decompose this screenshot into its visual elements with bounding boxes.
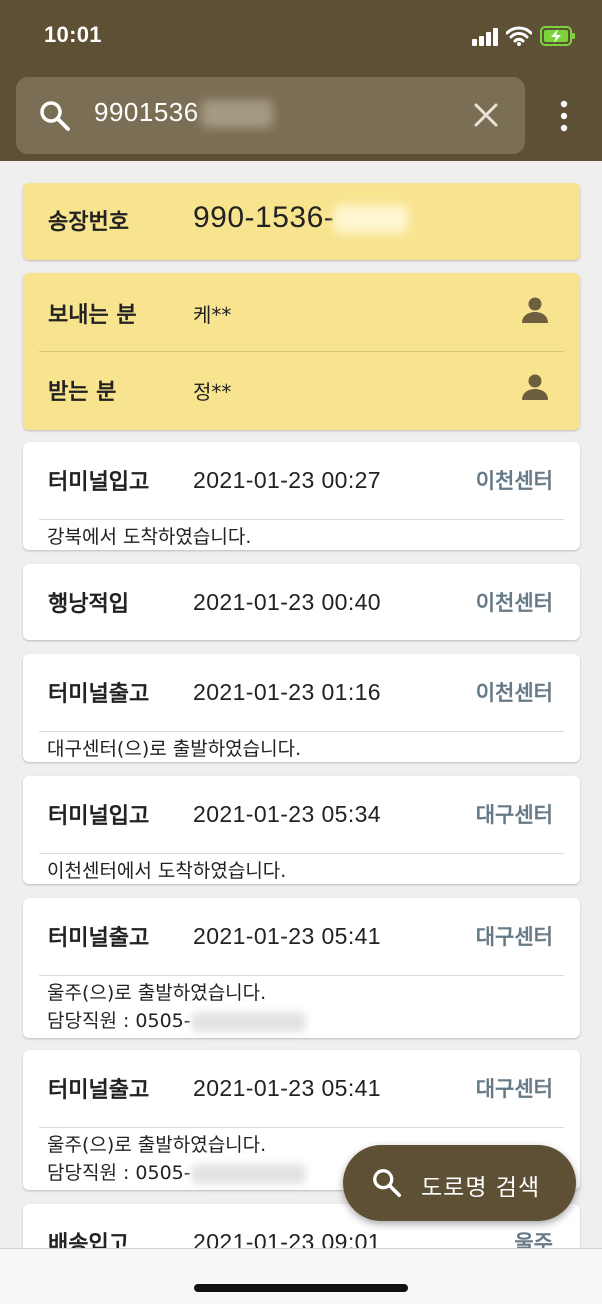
event-status: 터미널출고 (48, 682, 150, 707)
event-location: 대구센터 (475, 803, 553, 827)
event-time: 2021-01-23 05:41 (193, 923, 381, 949)
event-description-line: 이천센터에서 도착하였습니다. (47, 860, 287, 882)
event-location: 울주 (514, 1231, 553, 1248)
more-vert-icon[interactable] (552, 99, 576, 133)
search-icon (40, 101, 70, 131)
staff-contact-text: 담당직원 : 0505- (47, 1010, 191, 1032)
staff-contact-line: 담당직원 : 0505- (47, 1007, 306, 1035)
tracking-event-card: 터미널출고 2021-01-23 01:16 이천센터 대구센터(으)로 출발하… (23, 654, 580, 762)
tracking-content[interactable]: 송장번호 990-1536- 보내는 분 케** 받는 분 정** 터미널입고 … (0, 161, 602, 1248)
event-status: 배송입고 (48, 1232, 129, 1248)
redacted-phone-blur (190, 1011, 306, 1032)
sender-row: 보내는 분 케** (23, 273, 580, 349)
receiver-name: 정** (193, 380, 232, 404)
invoice-label: 송장번호 (48, 210, 129, 235)
search-query-text: 9901536 (94, 97, 199, 127)
tracking-event-card: 터미널입고 2021-01-23 00:27 이천센터 강북에서 도착하였습니다… (23, 442, 580, 550)
event-location: 이천센터 (475, 469, 553, 493)
home-indicator[interactable] (194, 1284, 408, 1292)
staff-contact-line: 담당직원 : 0505- (47, 1159, 306, 1187)
wifi-icon (506, 26, 532, 46)
event-description: 울주(으)로 출발하였습니다. 담당직원 : 0505- (47, 1131, 306, 1187)
event-description-line: 대구센터(으)로 출발하였습니다. (47, 738, 302, 760)
person-icon (522, 374, 548, 400)
event-description: 대구센터(으)로 출발하였습니다. (47, 735, 301, 763)
sender-label: 보내는 분 (48, 303, 137, 328)
event-divider (39, 975, 564, 976)
event-description-line: 울주(으)로 출발하였습니다. (47, 982, 267, 1004)
road-name-search-button[interactable]: 도로명 검색 (343, 1145, 576, 1221)
event-description-line: 강북에서 도착하였습니다. (47, 526, 252, 548)
tracking-event-card: 터미널입고 2021-01-23 05:34 대구센터 이천센터에서 도착하였습… (23, 776, 580, 884)
redacted-phone-blur (190, 1163, 306, 1184)
event-time: 2021-01-23 05:34 (193, 801, 381, 827)
tracking-event-card: 터미널출고 2021-01-23 05:41 대구센터 울주(으)로 출발하였습… (23, 898, 580, 1038)
event-location: 대구센터 (475, 1077, 553, 1101)
search-box[interactable]: 9901536 (16, 77, 525, 154)
invoice-card: 송장번호 990-1536- (23, 183, 580, 260)
cellular-signal-icon (472, 28, 500, 46)
invoice-number-text: 990-1536- (193, 201, 335, 234)
event-description: 강북에서 도착하였습니다. (47, 523, 251, 551)
party-card: 보내는 분 케** 받는 분 정** (23, 273, 580, 430)
event-divider (39, 731, 564, 732)
event-location: 이천센터 (475, 681, 553, 705)
event-time: 2021-01-23 09:01 (193, 1229, 381, 1248)
event-status: 터미널출고 (48, 926, 150, 951)
event-time: 2021-01-23 01:16 (193, 679, 381, 705)
event-time: 2021-01-23 05:41 (193, 1075, 381, 1101)
sender-name: 케** (193, 303, 232, 327)
event-description: 이천센터에서 도착하였습니다. (47, 857, 286, 885)
event-status: 터미널입고 (48, 804, 150, 829)
invoice-number: 990-1536- (193, 201, 409, 235)
redacted-query-blur (200, 100, 273, 129)
road-name-search-label: 도로명 검색 (421, 1175, 541, 1201)
staff-contact-text: 담당직원 : 0505- (47, 1162, 191, 1184)
person-icon (522, 297, 548, 323)
status-bar: 10:01 (0, 0, 602, 70)
search-icon (373, 1169, 402, 1198)
event-description-line: 울주(으)로 출발하였습니다. (47, 1134, 267, 1156)
event-status: 터미널입고 (48, 470, 150, 495)
event-divider (39, 1127, 564, 1128)
search-input[interactable]: 9901536 (94, 97, 273, 129)
tracking-event-card: 행낭적입 2021-01-23 00:40 이천센터 (23, 564, 580, 640)
event-status: 행낭적입 (48, 592, 129, 617)
home-indicator-area (0, 1248, 602, 1304)
close-icon[interactable] (470, 99, 502, 131)
app-header: 10:01 9901536 (0, 0, 602, 161)
event-location: 대구센터 (475, 925, 553, 949)
event-divider (39, 853, 564, 854)
event-time: 2021-01-23 00:27 (193, 467, 381, 493)
redacted-invoice-blur (334, 205, 409, 234)
event-time: 2021-01-23 00:40 (193, 589, 381, 615)
event-status: 터미널출고 (48, 1078, 150, 1103)
event-divider (39, 519, 564, 520)
receiver-label: 받는 분 (48, 380, 117, 405)
status-time: 10:01 (44, 22, 102, 47)
battery-charging-icon (540, 26, 575, 46)
event-location: 이천센터 (475, 591, 553, 615)
event-description: 울주(으)로 출발하였습니다. 담당직원 : 0505- (47, 979, 306, 1035)
receiver-row: 받는 분 정** (23, 350, 580, 426)
